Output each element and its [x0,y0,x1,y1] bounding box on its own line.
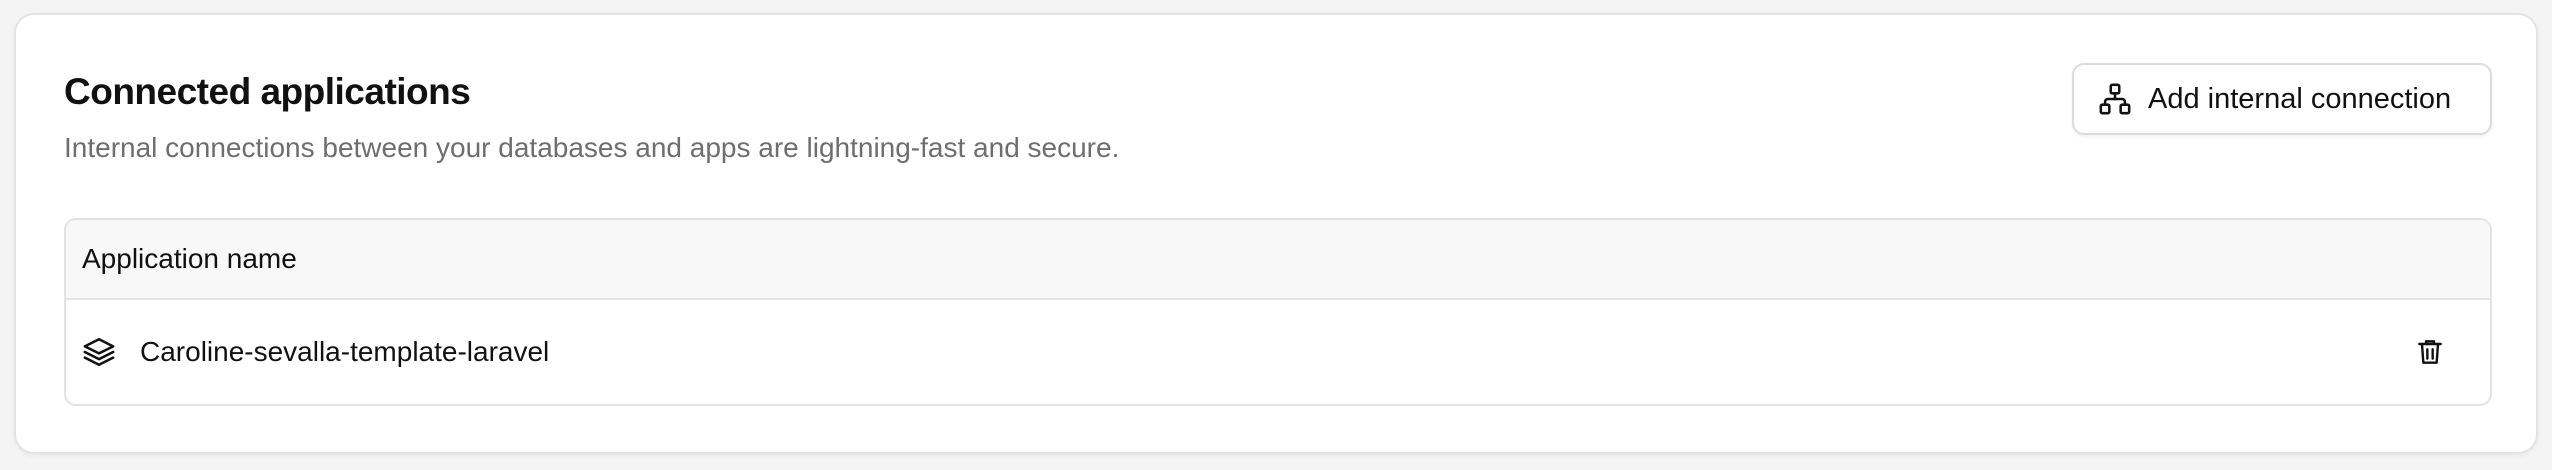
connected-applications-card: Connected applications Internal connecti… [14,13,2538,454]
section-title: Connected applications [64,71,471,112]
trash-icon [2418,340,2442,364]
column-header-application-name: Application name [82,243,297,274]
layers-icon [82,335,116,369]
network-icon [2098,82,2132,116]
application-name[interactable]: Caroline-sevalla-template-laravel [140,336,2410,368]
table-row[interactable]: Caroline-sevalla-template-laravel [66,300,2490,404]
table-header: Application name [66,220,2490,300]
delete-application-button[interactable] [2410,332,2450,372]
add-internal-connection-button[interactable]: Add internal connection [2072,63,2492,135]
section-subtitle: Internal connections between your databa… [64,132,1120,163]
applications-table: Application name Caroline-sevalla-templa… [64,218,2492,406]
add-internal-connection-label: Add internal connection [2148,82,2452,115]
